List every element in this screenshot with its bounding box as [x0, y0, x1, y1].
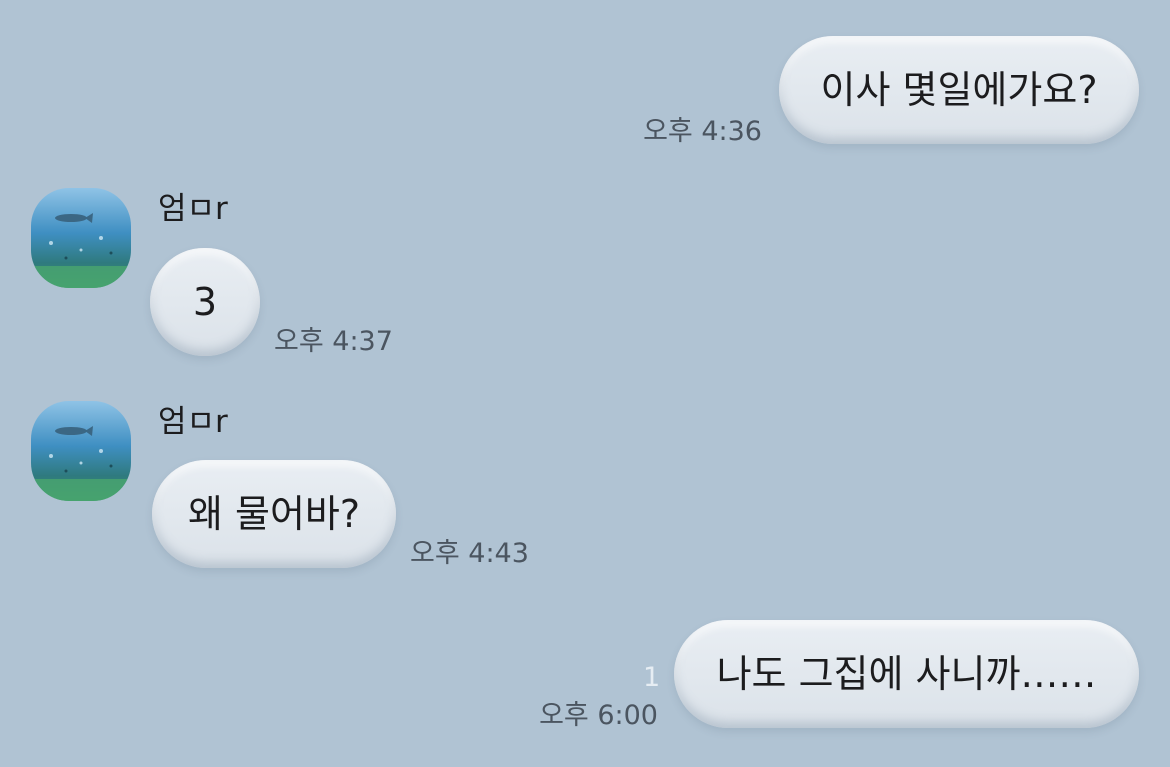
- underwater-dolphin-avatar-icon: [31, 401, 131, 501]
- underwater-dolphin-avatar-icon: [31, 188, 131, 288]
- sender-name: 엄ㅁr: [158, 404, 228, 440]
- message-text: 3: [192, 280, 218, 324]
- message-text: 나도 그집에 사니까……: [716, 652, 1097, 696]
- message-timestamp: 오후 4:36: [643, 116, 762, 147]
- sender-name: 엄ㅁr: [158, 191, 228, 227]
- sender-avatar[interactable]: [31, 401, 131, 501]
- message-timestamp: 오후 4:37: [274, 326, 393, 357]
- incoming-message-bubble[interactable]: 3: [150, 248, 260, 356]
- message-timestamp: 오후 4:43: [410, 538, 529, 569]
- message-text: 왜 물어바?: [187, 492, 361, 536]
- message-text: 이사 몇일에가요?: [820, 68, 1098, 112]
- unread-count: 1: [643, 662, 661, 693]
- sender-avatar[interactable]: [31, 188, 131, 288]
- incoming-message-bubble[interactable]: 왜 물어바?: [152, 460, 396, 568]
- outgoing-message-bubble[interactable]: 나도 그집에 사니까……: [674, 620, 1139, 728]
- message-timestamp: 오후 6:00: [539, 700, 658, 731]
- outgoing-message-bubble[interactable]: 이사 몇일에가요?: [779, 36, 1139, 144]
